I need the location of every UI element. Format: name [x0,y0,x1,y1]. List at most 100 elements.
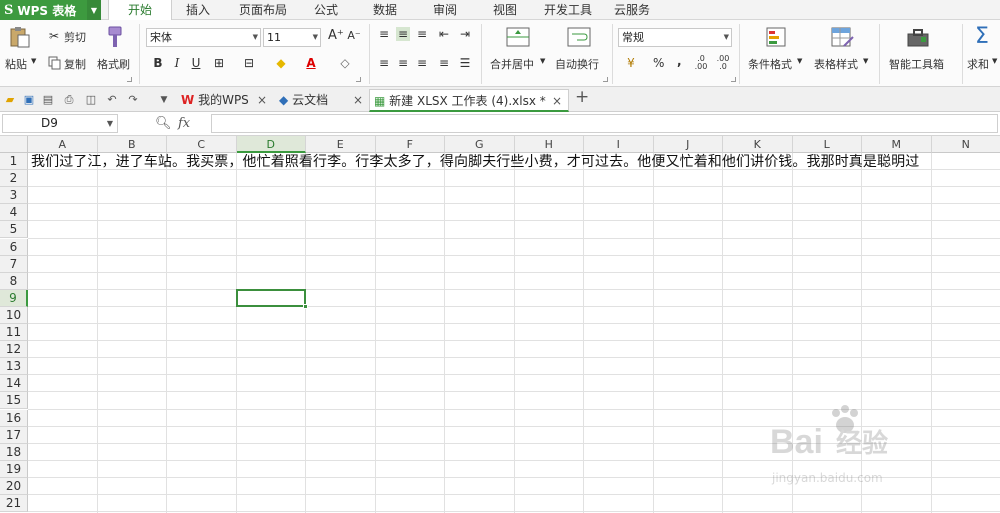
tab-formulas[interactable]: 公式 [314,0,338,20]
row-header-17[interactable]: 17 [0,426,28,444]
row-header-16[interactable]: 16 [0,409,28,427]
align-center-icon[interactable]: ≡ [396,56,410,70]
align-middle-icon[interactable]: ≡ [396,27,410,41]
bold-icon[interactable]: B [151,56,165,70]
column-header-a[interactable]: A [28,136,98,153]
distributed-icon[interactable]: ☰ [458,56,472,70]
tab-view[interactable]: 视图 [493,0,517,20]
font-dialog-launcher[interactable] [356,77,361,82]
paste-dropdown-icon[interactable]: ▼ [31,57,36,65]
fill-handle[interactable] [303,303,308,309]
save-icon[interactable]: ▣ [22,93,36,107]
border-icon[interactable]: ⊞ [212,56,226,70]
column-header-h[interactable]: H [514,136,584,153]
find-icon[interactable]: ◫ [84,93,98,107]
selected-cell-outline[interactable] [235,288,308,309]
increase-decimal-icon[interactable]: .0.00 [694,55,708,71]
tab-review[interactable]: 审阅 [433,0,457,20]
row-header-20[interactable]: 20 [0,477,28,495]
formula-input[interactable] [211,114,998,133]
tab-my-wps[interactable]: W 我的WPS × [177,89,273,112]
row-header-19[interactable]: 19 [0,460,28,478]
tab-home[interactable]: 开始 [108,0,172,21]
fill-color-icon[interactable]: ◆ [274,56,288,70]
column-header-j[interactable]: J [653,136,723,153]
comma-button[interactable]: , [677,54,682,68]
column-header-c[interactable]: C [167,136,237,153]
row-header-8[interactable]: 8 [0,272,28,290]
tab-developer[interactable]: 开发工具 [544,0,592,20]
align-right-icon[interactable]: ≡ [415,56,429,70]
row-header-3[interactable]: 3 [0,187,28,205]
column-header-k[interactable]: K [723,136,793,153]
print-icon[interactable]: ⎙ [62,93,76,107]
sum-dropdown-icon[interactable]: ▼ [992,57,997,65]
cond-format-dropdown-icon[interactable]: ▼ [797,57,802,65]
font-color-icon[interactable]: A [304,56,318,70]
column-header-l[interactable]: L [792,136,862,153]
tab-workbook[interactable]: ▦ 新建 XLSX 工作表 (4).xlsx * × [369,89,569,112]
decrease-decimal-icon[interactable]: .00.0 [716,55,730,71]
align-bottom-icon[interactable]: ≡ [415,27,429,41]
tab-data[interactable]: 数据 [373,0,397,20]
tab-cloud[interactable]: 云服务 [614,0,650,20]
font-size-combo[interactable]: 11 ▼ [263,28,321,47]
insert-function-icon[interactable]: fx [178,116,190,131]
row-header-4[interactable]: 4 [0,204,28,222]
increase-font-icon[interactable]: A⁺ [328,29,344,43]
alignment-dialog-launcher[interactable] [603,77,608,82]
clear-format-icon[interactable]: ◇ [338,56,352,70]
row-header-6[interactable]: 6 [0,238,28,256]
currency-icon[interactable]: ¥ [624,56,638,70]
row-header-21[interactable]: 21 [0,495,28,513]
cell-a1-text[interactable]: 我们过了江，进了车站。我买票，他忙着照看行李。行李太多了，得向脚夫行些小费，才可… [31,154,919,171]
table-style-dropdown-icon[interactable]: ▼ [863,57,868,65]
increase-indent-icon[interactable]: ⇥ [458,27,472,41]
font-name-combo[interactable]: 宋体 ▼ [146,28,261,47]
tab-cloud-docs[interactable]: ◆ 云文档 × [275,89,369,112]
row-header-10[interactable]: 10 [0,306,28,324]
zoom-lookup-icon[interactable]: 🔍︎ [155,116,172,131]
select-all-corner[interactable] [0,136,28,153]
column-header-n[interactable]: N [931,136,1000,153]
column-header-e[interactable]: E [306,136,376,153]
tab-page-layout[interactable]: 页面布局 [239,0,287,20]
close-icon[interactable]: × [257,89,267,111]
row-header-1[interactable]: 1 [0,153,28,171]
print-preview-icon[interactable]: ▤ [41,93,55,107]
number-dialog-launcher[interactable] [731,77,736,82]
column-header-m[interactable]: M [862,136,932,153]
close-icon[interactable]: × [552,90,562,112]
row-header-7[interactable]: 7 [0,255,28,273]
merge-dropdown-icon[interactable]: ▼ [540,57,545,65]
row-header-2[interactable]: 2 [0,170,28,188]
new-tab-icon[interactable]: + [575,89,589,106]
italic-icon[interactable]: I [170,56,184,70]
column-header-b[interactable]: B [97,136,167,153]
underline-icon[interactable]: U [189,56,203,70]
app-menu-caret-icon[interactable]: ▼ [87,0,101,20]
row-header-5[interactable]: 5 [0,221,28,239]
column-header-g[interactable]: G [445,136,515,153]
row-header-12[interactable]: 12 [0,341,28,359]
app-menu-button[interactable]: S WPS 表格 ▼ [0,0,101,20]
percent-button[interactable]: % [653,56,664,70]
row-header-18[interactable]: 18 [0,443,28,461]
row-header-14[interactable]: 14 [0,375,28,393]
name-box[interactable]: D9 ▼ [2,114,118,133]
clipboard-dialog-launcher[interactable] [127,77,132,82]
merge-cells-icon[interactable]: ⊟ [242,56,256,70]
tab-insert[interactable]: 插入 [186,0,210,20]
align-left-icon[interactable]: ≡ [377,56,391,70]
quick-access-dropdown-icon[interactable]: ▼ [157,93,171,107]
redo-icon[interactable]: ↷ [126,93,140,107]
column-header-f[interactable]: F [375,136,445,153]
decrease-font-icon[interactable]: A⁻ [347,29,361,43]
undo-icon[interactable]: ↶ [105,93,119,107]
row-header-13[interactable]: 13 [0,358,28,376]
row-header-9[interactable]: 9 [0,289,28,307]
row-header-11[interactable]: 11 [0,324,28,342]
row-header-15[interactable]: 15 [0,392,28,410]
align-top-icon[interactable]: ≡ [377,27,391,41]
decrease-indent-icon[interactable]: ⇤ [437,27,451,41]
